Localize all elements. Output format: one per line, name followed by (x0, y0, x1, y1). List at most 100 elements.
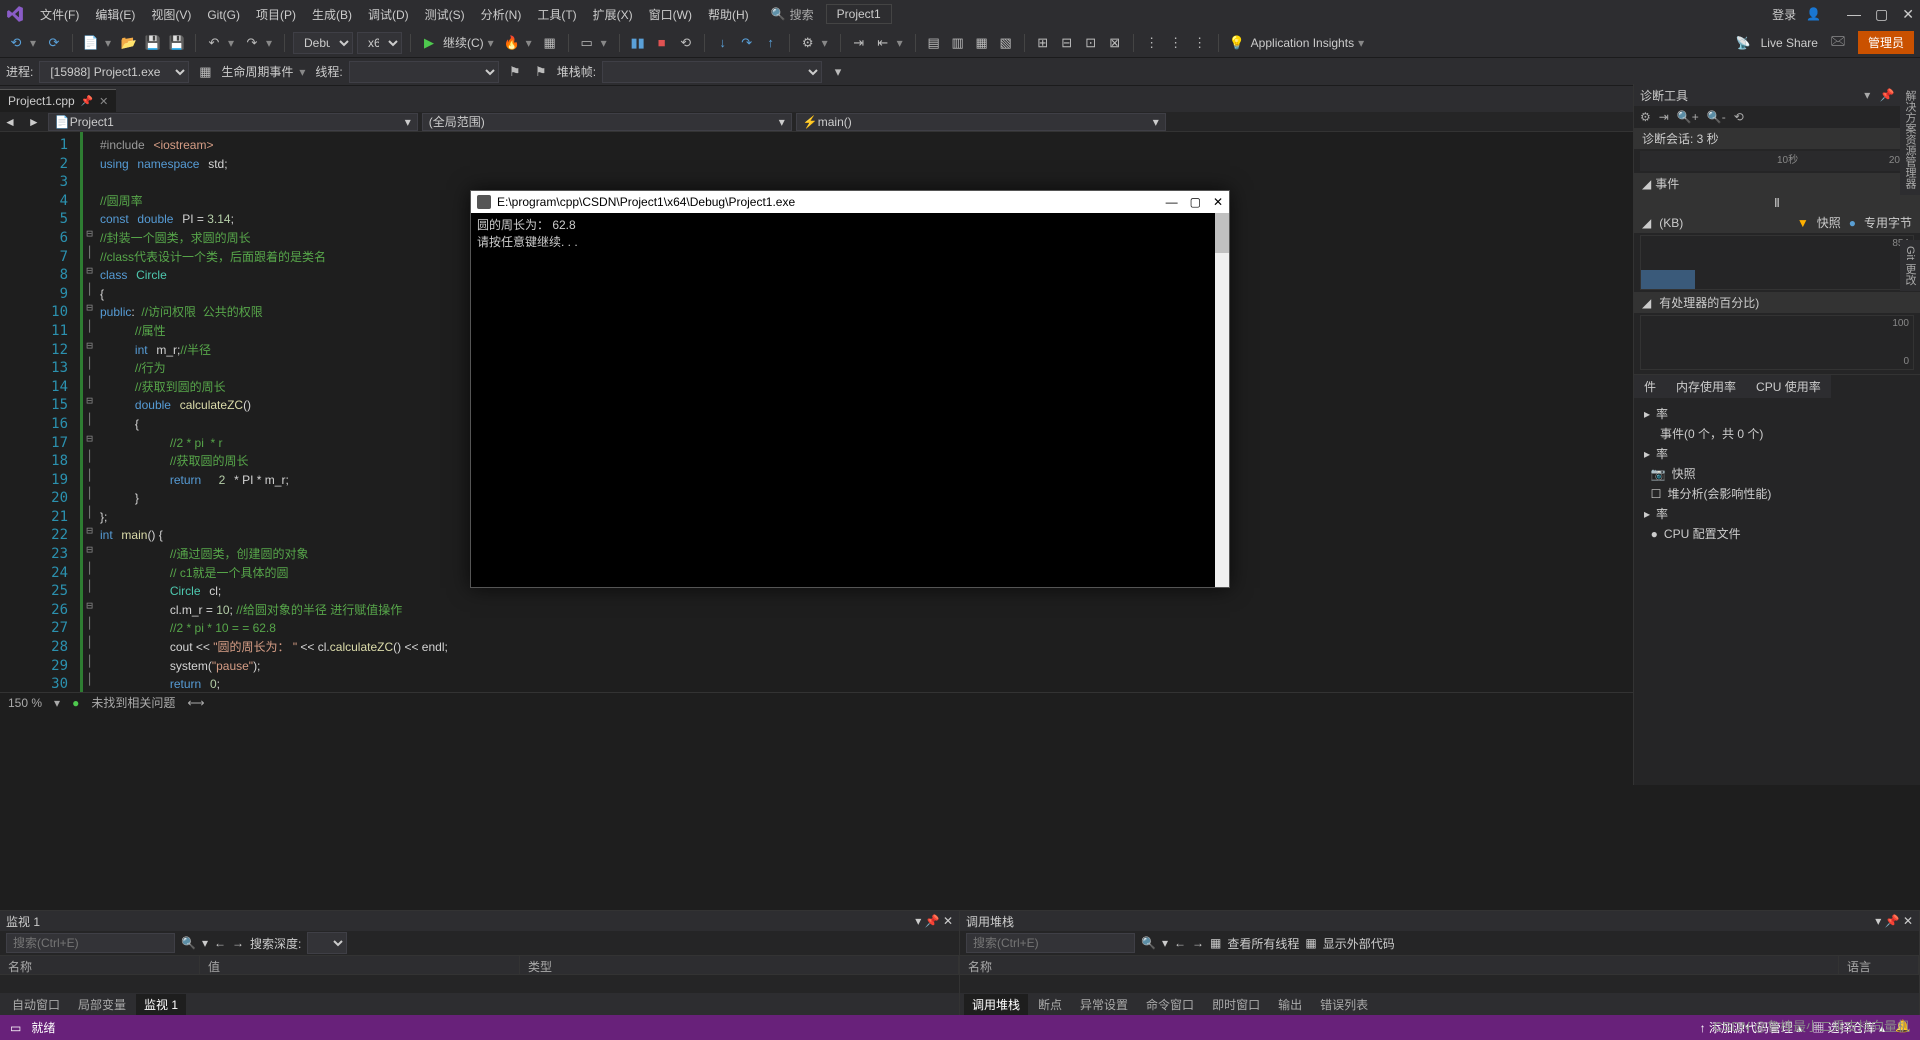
watch-tab[interactable]: 监视 1 (136, 994, 186, 1015)
undo-icon[interactable]: ↶ (204, 33, 224, 53)
menu-item[interactable]: 测试(S) (417, 5, 473, 25)
step-over-icon[interactable]: ↷ (737, 33, 757, 53)
arrow-icon[interactable]: ⇥ (849, 33, 869, 53)
menubar-search[interactable]: 🔍 搜索 (771, 6, 814, 23)
stackframe-select[interactable] (602, 61, 822, 83)
callstack-tab[interactable]: 命令窗口 (1138, 994, 1202, 1015)
menu-item[interactable]: 工具(T) (529, 5, 584, 25)
sf-icon[interactable]: ▾ (828, 62, 848, 82)
diag-export-icon[interactable]: ⇥ (1659, 110, 1669, 124)
config-select[interactable]: Debug (293, 32, 353, 54)
hot-reload-icon[interactable]: 🔥 (502, 33, 522, 53)
nav-fwd-icon[interactable]: ⟳ (44, 33, 64, 53)
stop-icon[interactable]: ■ (652, 33, 672, 53)
step-into-icon[interactable]: ↓ (713, 33, 733, 53)
open-icon[interactable]: 📂 (119, 33, 139, 53)
menu-item[interactable]: 扩展(X) (585, 5, 641, 25)
show-ext-label[interactable]: 显示外部代码 (1323, 935, 1395, 952)
layout1-icon[interactable]: ▤ (924, 33, 944, 53)
console-close-icon[interactable]: ✕ (1213, 195, 1223, 209)
thread-select[interactable] (349, 61, 499, 83)
editor-tab[interactable]: Project1.cpp 📌 ✕ (0, 89, 116, 112)
layout2-icon[interactable]: ▥ (948, 33, 968, 53)
restart-icon[interactable]: ⟲ (676, 33, 696, 53)
panel-menu-icon[interactable]: ▾ (1864, 88, 1870, 102)
arrow2-icon[interactable]: ⇤ (873, 33, 893, 53)
diag-timeline[interactable]: 10秒 20秒 (1640, 151, 1914, 171)
cs-arrow-left-icon[interactable]: ← (1174, 936, 1186, 950)
opt-events[interactable]: 事件(0 个，共 0 个) (1644, 424, 1910, 444)
vtab-git-changes[interactable]: Git 更改 (1900, 240, 1920, 291)
menu-item[interactable]: 项目(P) (248, 5, 304, 25)
build-icon[interactable]: ▦ (540, 33, 560, 53)
callstack-tab[interactable]: 异常设置 (1072, 994, 1136, 1015)
panel-pin-icon[interactable]: 📌 (1880, 88, 1895, 102)
close-icon[interactable]: ✕ (1902, 6, 1914, 23)
diag-zoomin-icon[interactable]: 🔍+ (1677, 110, 1699, 124)
lifecycle-icon[interactable]: ▦ (195, 62, 215, 82)
callstack-tab[interactable]: 输出 (1270, 994, 1310, 1015)
watch-col-name[interactable]: 名称 (0, 956, 200, 974)
zoom-level[interactable]: 150 % (8, 696, 42, 710)
live-share-label[interactable]: Live Share (1761, 36, 1818, 50)
watch-tab[interactable]: 局部变量 (70, 994, 134, 1015)
menu-item[interactable]: 窗口(W) (641, 5, 700, 25)
save-icon[interactable]: 💾 (143, 33, 163, 53)
new-file-icon[interactable]: 📄 (81, 33, 101, 53)
continue-icon[interactable]: ▶ (419, 33, 439, 53)
opt-snap[interactable]: 📷 快照 (1644, 464, 1910, 484)
pin-icon[interactable]: 📌 (81, 96, 93, 107)
watch-pin-icon[interactable]: 📌 (925, 914, 940, 928)
dots3-icon[interactable]: ⋮ (1190, 33, 1210, 53)
opt-cpu[interactable]: ● CPU 配置文件 (1644, 524, 1910, 544)
watch-tab[interactable]: 自动窗口 (4, 994, 68, 1015)
layout4-icon[interactable]: ▧ (996, 33, 1016, 53)
window-icon[interactable]: ▭ (577, 33, 597, 53)
diag-tab[interactable]: 内存使用率 (1666, 375, 1746, 398)
maximize-icon[interactable]: ▢ (1875, 6, 1888, 23)
app-insights-label[interactable]: Application Insights (1251, 36, 1354, 50)
step-out-icon[interactable]: ↑ (761, 33, 781, 53)
menu-item[interactable]: 帮助(H) (700, 5, 757, 25)
flag1-icon[interactable]: ⚑ (505, 62, 525, 82)
issues-label[interactable]: 未找到相关问题 (91, 694, 175, 711)
watch-search-input[interactable] (6, 933, 175, 953)
cs-col-name[interactable]: 名称 (960, 956, 1839, 974)
ext-icon[interactable]: ▦ (1305, 936, 1316, 950)
continue-label[interactable]: 继续(C) (443, 34, 484, 51)
crumb-scope[interactable]: (全局范围)▾ (422, 113, 792, 131)
menu-item[interactable]: 生成(B) (304, 5, 360, 25)
cs-pin-icon[interactable]: 📌 (1885, 914, 1900, 928)
console-min-icon[interactable]: — (1166, 195, 1178, 209)
user-icon[interactable]: 👤 (1806, 7, 1821, 21)
admin-button[interactable]: 管理员 (1858, 31, 1914, 54)
pause-icon[interactable]: ▮▮ (628, 33, 648, 53)
menu-item[interactable]: 分析(N) (473, 5, 530, 25)
watch-col-type[interactable]: 类型 (520, 956, 959, 974)
layout3-icon[interactable]: ▦ (972, 33, 992, 53)
arrow-right-icon[interactable]: → (232, 936, 244, 950)
watch-srch-icon[interactable]: 🔍 (181, 936, 196, 950)
liveshare-icon[interactable]: 📡 (1736, 36, 1751, 50)
platform-select[interactable]: x64 (357, 32, 402, 54)
grid3-icon[interactable]: ⊡ (1081, 33, 1101, 53)
login-link[interactable]: 登录 (1772, 6, 1796, 23)
grid2-icon[interactable]: ⊟ (1057, 33, 1077, 53)
dots1-icon[interactable]: ⋮ (1142, 33, 1162, 53)
menu-item[interactable]: Git(G) (199, 5, 248, 25)
diag-gear-icon[interactable]: ⚙ (1640, 110, 1651, 124)
crumb-function[interactable]: ⚡ main()▾ (796, 113, 1166, 131)
diag-reset-icon[interactable]: ⟲ (1734, 110, 1744, 124)
feedback-icon[interactable]: 🖂 (1828, 33, 1848, 53)
callstack-tab[interactable]: 断点 (1030, 994, 1070, 1015)
tool-icon[interactable]: ⚙ (798, 33, 818, 53)
nav-back-icon[interactable]: ⟲ (6, 33, 26, 53)
cs-menu-icon[interactable]: ▾ (1875, 914, 1881, 928)
dots2-icon[interactable]: ⋮ (1166, 33, 1186, 53)
cs-col-lang[interactable]: 语言 (1839, 956, 1919, 974)
opt-heap[interactable]: ☐ 堆分析(会影响性能) (1644, 484, 1910, 504)
show-all-label[interactable]: 查看所有线程 (1227, 935, 1299, 952)
menu-item[interactable]: 调试(D) (360, 5, 417, 25)
process-select[interactable]: [15988] Project1.exe (39, 61, 189, 83)
fold-column[interactable]: ⊟│⊟│⊟│⊟││⊟│⊟││││⊟⊟││⊟││││ (80, 132, 96, 692)
